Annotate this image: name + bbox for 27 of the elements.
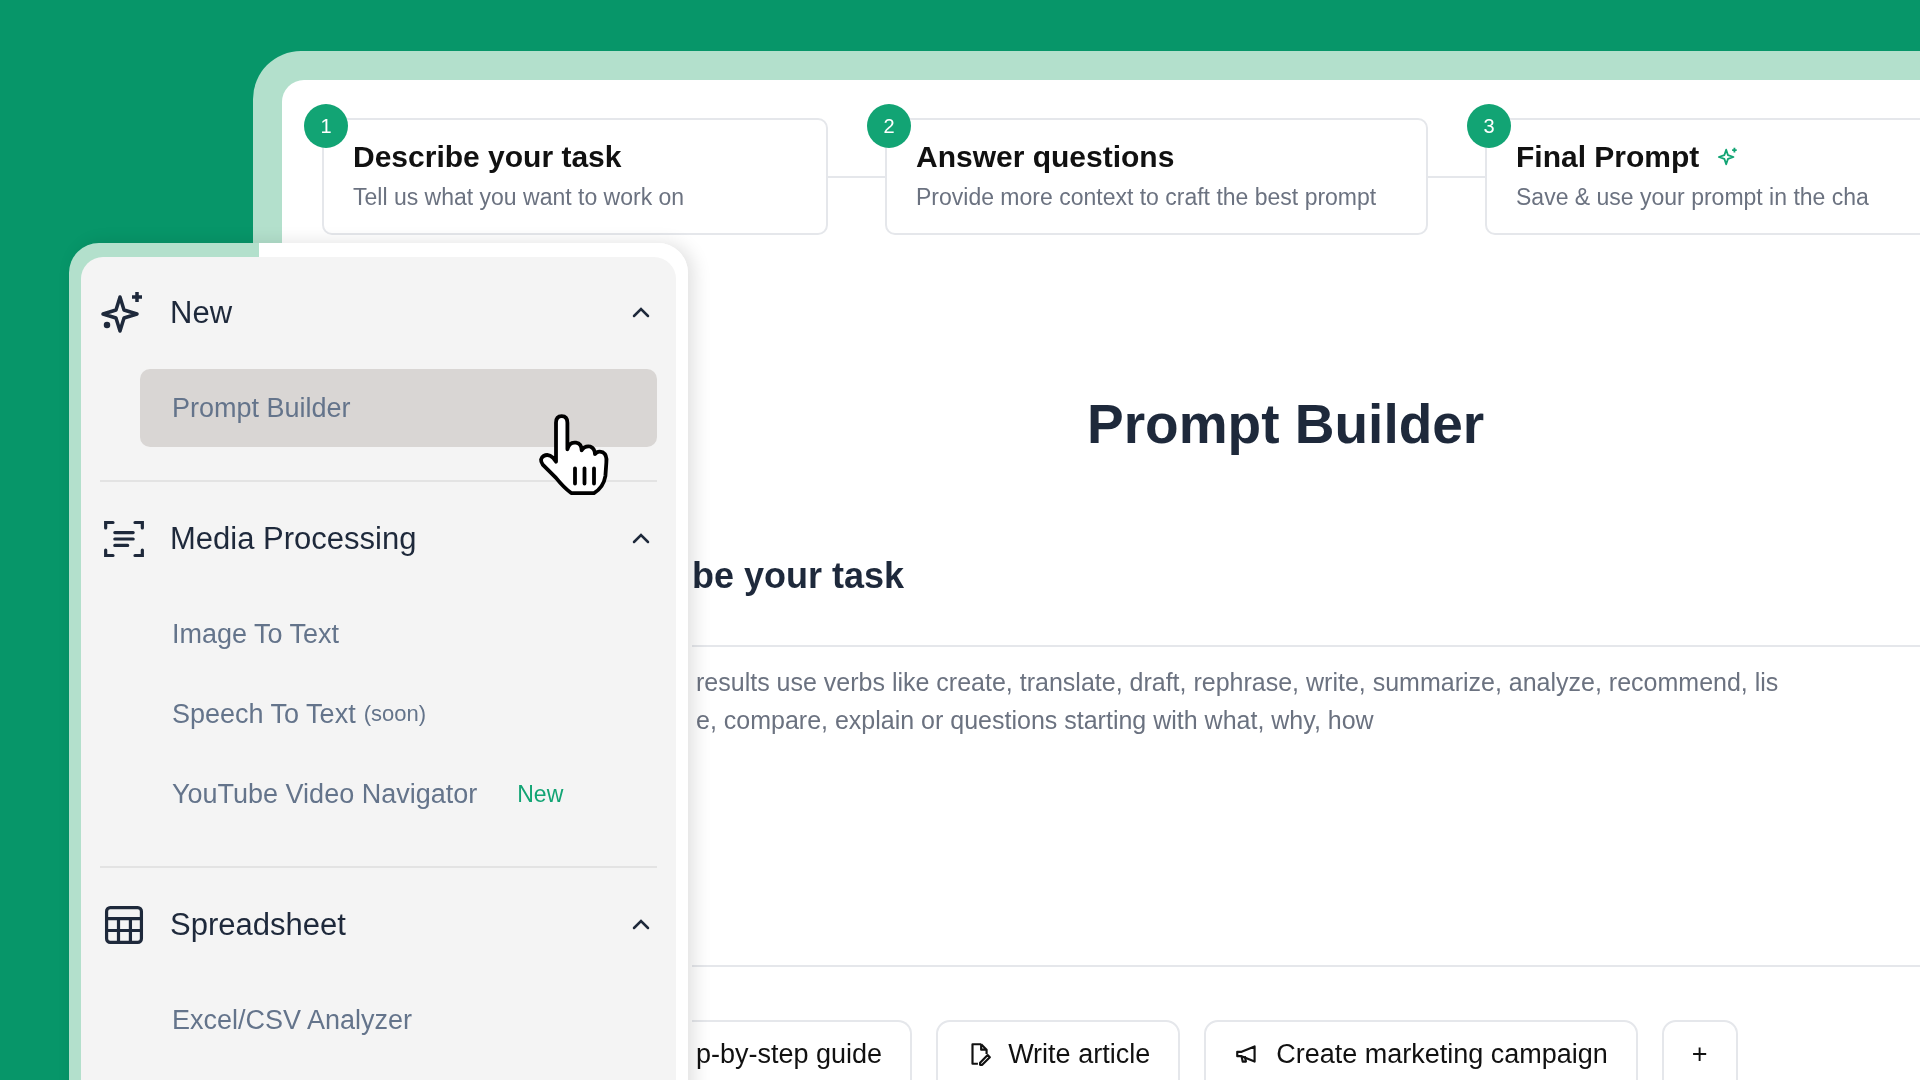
sidebar-item[interactable]: Excel/CSV Analyzer bbox=[140, 981, 657, 1059]
new-label: New bbox=[517, 780, 564, 808]
step-title: Final Prompt bbox=[1516, 140, 1700, 174]
sidebar-item[interactable]: Image To Text bbox=[140, 595, 657, 673]
suggestion-button[interactable]: Write article bbox=[936, 1020, 1181, 1080]
sidebar-group-title: Media Processing bbox=[170, 521, 417, 557]
step-description: Provide more context to craft the best prompt bbox=[916, 184, 1378, 211]
suggestion-button[interactable]: p-by-step guide bbox=[692, 1020, 913, 1080]
step-description: Save & use your prompt in the cha bbox=[1516, 184, 1870, 211]
sidebar-group-header[interactable]: Spreadsheet bbox=[100, 899, 657, 951]
sidebar-group-header[interactable]: New bbox=[100, 287, 657, 339]
step-number: 2 bbox=[867, 104, 911, 148]
sidebar-group-title: New bbox=[170, 295, 232, 331]
suggestion-button[interactable]: + bbox=[1661, 1020, 1738, 1080]
sidebar-item[interactable]: Speech To Text (soon) bbox=[140, 675, 657, 753]
step-title: Answer questions bbox=[916, 140, 1175, 174]
section-title: be your task bbox=[692, 555, 906, 597]
suggestion-button[interactable]: Create marketing campaign bbox=[1204, 1020, 1638, 1080]
step-title: Describe your task bbox=[353, 140, 622, 174]
step-description: Tell us what you want to work on bbox=[353, 184, 686, 211]
page-title: Prompt Builder bbox=[1087, 392, 1486, 456]
step-number: 3 bbox=[1467, 104, 1511, 148]
task-input-field[interactable]: results use verbs like create, translate, draft, rephrase, write, summarize, analyze, recommend, lis e, compare, explain or questions starting with what, why, how bbox=[692, 645, 1920, 967]
step-number: 1 bbox=[304, 104, 348, 148]
sidebar-group-title: Spreadsheet bbox=[170, 907, 346, 943]
sidebar-item[interactable]: YouTube Video Navigator New bbox=[140, 755, 657, 833]
sidebar-group-header[interactable]: Media Processing bbox=[100, 513, 657, 565]
